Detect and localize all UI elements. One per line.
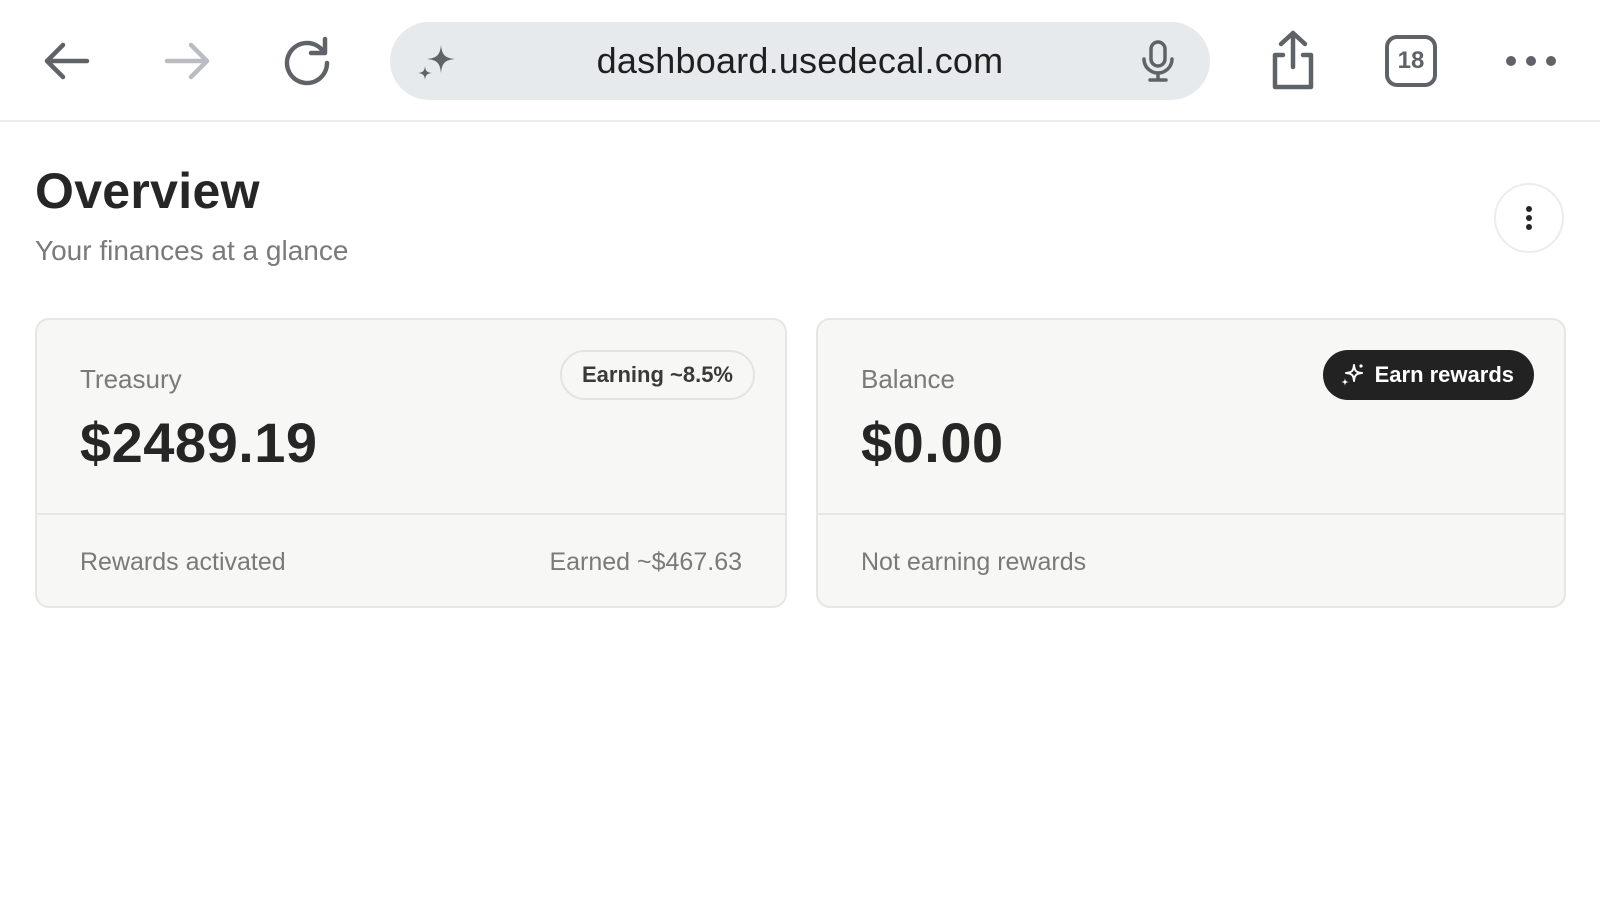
earn-rewards-button[interactable]: Earn rewards [1322, 350, 1534, 400]
earn-rewards-label: Earn rewards [1374, 362, 1514, 387]
tabs-icon: 18 [1385, 35, 1437, 87]
tab-count: 18 [1397, 47, 1425, 74]
treasury-card[interactable]: Treasury $2489.19 Earning ~8.5% Rewards … [35, 318, 787, 608]
reload-button[interactable] [276, 30, 338, 92]
tabs-button[interactable]: 18 [1380, 30, 1442, 92]
reload-icon [284, 36, 330, 86]
arrow-left-icon [44, 42, 90, 80]
more-menu-button[interactable] [1500, 30, 1562, 92]
balance-label: Balance [861, 364, 955, 394]
page-options-button[interactable] [1494, 183, 1564, 253]
treasury-card-header: Treasury $2489.19 Earning ~8.5% [37, 320, 785, 513]
more-horizontal-icon [1506, 56, 1556, 66]
back-button[interactable] [36, 30, 98, 92]
treasury-label: Treasury [80, 364, 182, 394]
forward-button[interactable] [156, 30, 218, 92]
treasury-amount: $2489.19 [80, 411, 318, 474]
page-title: Overview [35, 163, 260, 219]
microphone-icon[interactable] [1134, 37, 1182, 85]
earning-rate-badge: Earning ~8.5% [559, 350, 755, 400]
address-bar[interactable]: dashboard.usedecal.com [390, 22, 1210, 100]
balance-card-header: Balance $0.00 Earn rewards [818, 320, 1564, 513]
page-subtitle: Your finances at a glance [35, 235, 349, 266]
share-icon [1272, 30, 1314, 90]
arrow-right-icon [164, 42, 210, 80]
rewards-status: Rewards activated [80, 548, 286, 576]
balance-card[interactable]: Balance $0.00 Earn rewards Not earning r… [816, 318, 1566, 608]
rewards-status: Not earning rewards [861, 548, 1087, 576]
browser-toolbar: dashboard.usedecal.com 18 [0, 0, 1600, 122]
earning-rate-text: Earning ~8.5% [581, 362, 733, 387]
balance-card-footer: Not earning rewards [818, 515, 1564, 606]
url-text: dashboard.usedecal.com [596, 40, 1004, 81]
more-vertical-icon [1526, 206, 1532, 230]
earned-amount: Earned ~$467.63 [549, 548, 742, 576]
share-button[interactable] [1262, 28, 1324, 94]
treasury-card-footer: Rewards activated Earned ~$467.63 [37, 515, 785, 606]
sparkle-icon [1340, 364, 1363, 386]
sparkle-icon [418, 45, 455, 80]
balance-amount: $0.00 [861, 411, 1004, 474]
